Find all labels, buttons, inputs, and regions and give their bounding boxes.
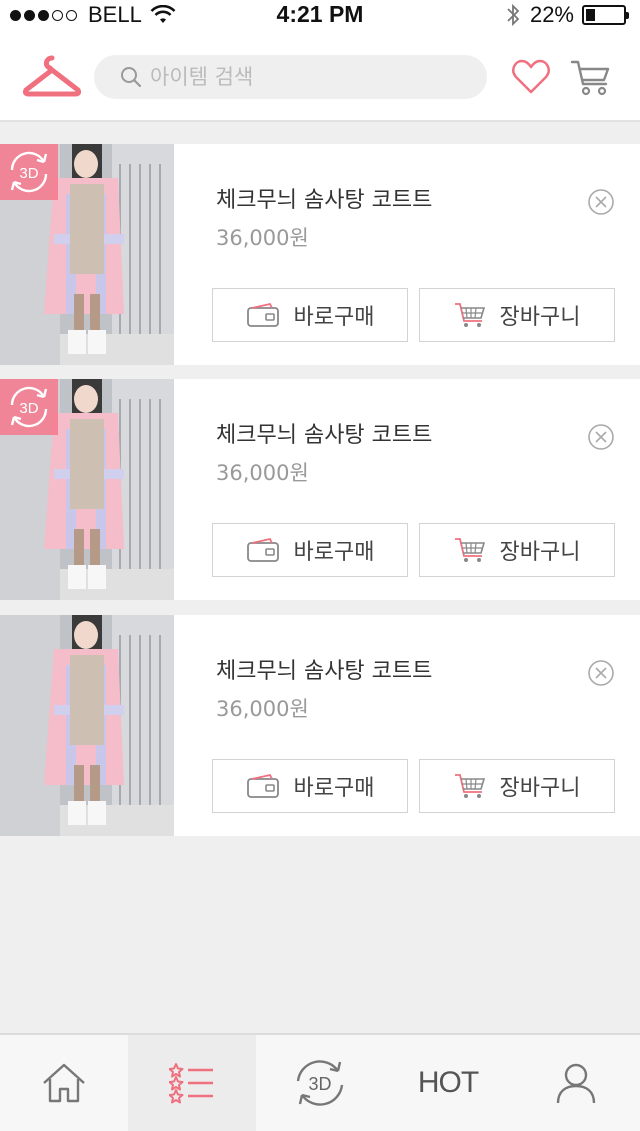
nav-3d-label: 3D — [308, 1074, 331, 1094]
add-to-cart-label: 장바구니 — [499, 540, 581, 565]
cart-icon[interactable] — [570, 58, 612, 98]
cart-item: 3D 체크무늬 솜사탕 코트트 36,000원 바로구매 장바구니 — [0, 144, 640, 365]
product-price: 36,000원 — [216, 226, 309, 250]
home-icon — [43, 1063, 85, 1103]
buy-now-button[interactable]: 바로구매 — [212, 523, 408, 577]
remove-item-icon[interactable] — [587, 423, 615, 451]
cart-icon — [454, 303, 485, 327]
product-image[interactable] — [0, 615, 174, 836]
wallet-icon — [246, 302, 279, 327]
wifi-icon — [150, 5, 176, 23]
bottom-nav: 3D HOT — [0, 1033, 640, 1131]
battery-percent: 22% — [529, 2, 574, 27]
product-price: 36,000원 — [216, 461, 309, 485]
search-icon — [121, 67, 142, 88]
remove-item-icon[interactable] — [587, 659, 615, 687]
status-right: 22% — [506, 2, 629, 28]
search-input[interactable] — [150, 65, 450, 89]
nav-profile[interactable] — [512, 1035, 640, 1131]
cart-icon — [454, 774, 485, 798]
wallet-icon — [246, 537, 279, 562]
3d-badge-icon: 3D — [0, 144, 58, 200]
buy-now-label: 바로구매 — [293, 540, 375, 565]
star-list-icon — [169, 1063, 213, 1104]
wallet-icon — [246, 773, 279, 798]
cart-item: 3D 체크무늬 솜사탕 코트트 36,000원 바로구매 장바구니 — [0, 379, 640, 600]
battery-icon — [582, 5, 629, 25]
nav-hot-label: HOT — [417, 1066, 479, 1099]
buy-now-button[interactable]: 바로구매 — [212, 759, 408, 813]
product-name[interactable]: 체크무늬 솜사탕 코트트 — [216, 653, 432, 685]
product-price: 36,000원 — [216, 697, 309, 721]
user-icon — [556, 1063, 596, 1104]
add-to-cart-label: 장바구니 — [499, 305, 581, 330]
carrier-name: BELL — [88, 2, 142, 27]
buy-now-button[interactable]: 바로구매 — [212, 288, 408, 342]
product-image[interactable]: 3D — [0, 144, 174, 365]
product-image[interactable]: 3D — [0, 379, 174, 600]
hanger-icon[interactable] — [22, 54, 82, 100]
heart-icon[interactable] — [511, 59, 551, 95]
remove-item-icon[interactable] — [587, 188, 615, 216]
status-bar: BELL 4:21 PM 22% — [0, 0, 640, 32]
app-header — [0, 32, 640, 122]
add-to-cart-button[interactable]: 장바구니 — [419, 759, 615, 813]
cart-item: 체크무늬 솜사탕 코트트 36,000원 바로구매 장바구니 — [0, 615, 640, 836]
nav-wishlist[interactable] — [128, 1035, 256, 1131]
3d-badge-icon: 3D — [0, 379, 58, 435]
signal-strength-icon — [10, 9, 80, 21]
status-left: BELL — [10, 2, 176, 28]
product-name[interactable]: 체크무늬 솜사탕 코트트 — [216, 417, 432, 449]
bluetooth-icon — [507, 3, 520, 27]
add-to-cart-label: 장바구니 — [499, 776, 581, 801]
buy-now-label: 바로구매 — [293, 776, 375, 801]
cart-icon — [454, 538, 485, 562]
search-bar[interactable] — [94, 55, 487, 99]
add-to-cart-button[interactable]: 장바구니 — [419, 523, 615, 577]
rotate-3d-icon: 3D — [296, 1060, 344, 1106]
buy-now-label: 바로구매 — [293, 305, 375, 330]
product-name[interactable]: 체크무늬 솜사탕 코트트 — [216, 182, 432, 214]
nav-home[interactable] — [0, 1035, 128, 1131]
add-to-cart-button[interactable]: 장바구니 — [419, 288, 615, 342]
nav-3d[interactable]: 3D — [256, 1035, 384, 1131]
nav-hot[interactable]: HOT — [384, 1035, 512, 1131]
badge-label: 3D — [19, 400, 38, 417]
badge-label: 3D — [19, 165, 38, 182]
